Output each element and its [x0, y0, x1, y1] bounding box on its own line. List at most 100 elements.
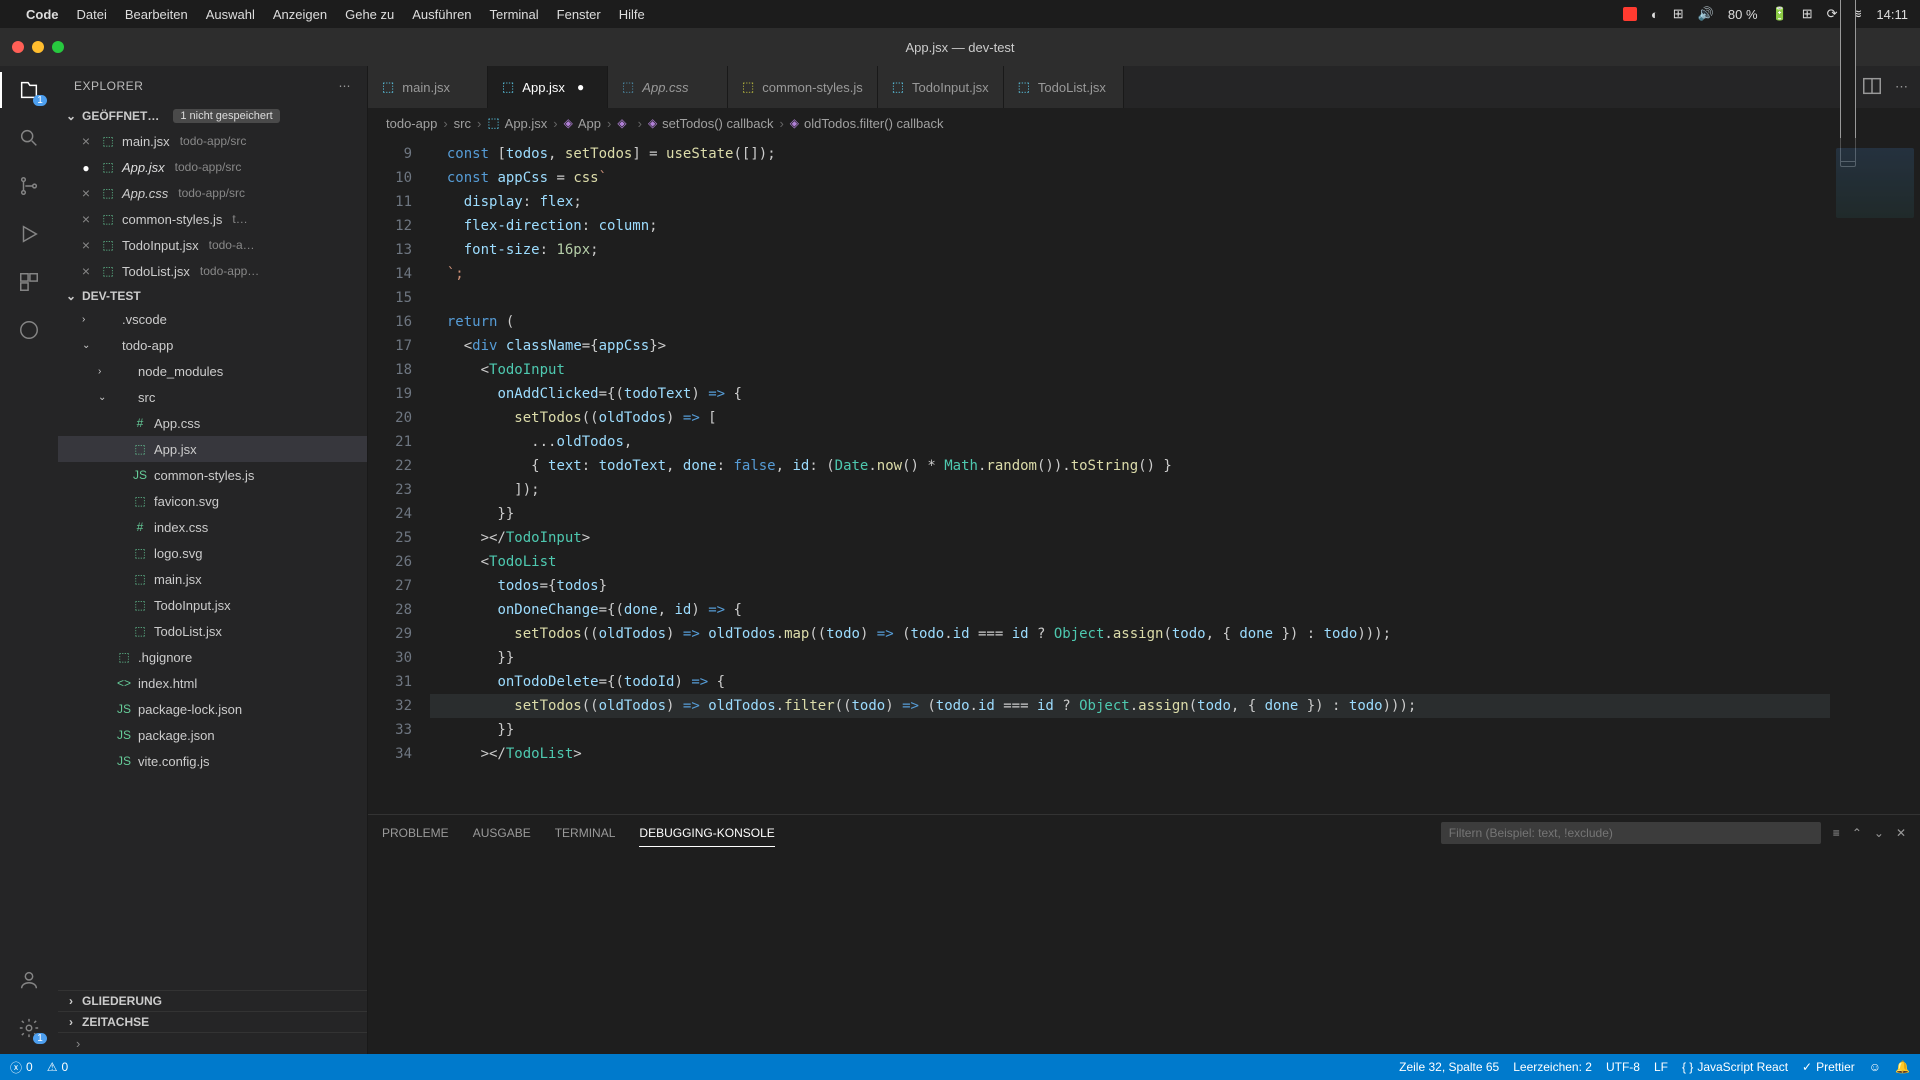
close-icon[interactable] — [78, 133, 94, 149]
zoom-window-button[interactable] — [52, 41, 64, 53]
line-number[interactable]: 34 — [372, 742, 412, 766]
tree-file[interactable]: JS package-lock.json — [58, 696, 367, 722]
breadcrumb-toggle[interactable]: › — [58, 1032, 367, 1054]
panel-close-icon[interactable]: ✕ — [1896, 826, 1906, 840]
panel-tab[interactable]: DEBUGGING-KONSOLE — [639, 820, 774, 847]
tree-file[interactable]: ⬚ main.jsx — [58, 566, 367, 592]
code-line[interactable]: `; — [430, 262, 1830, 286]
line-number[interactable]: 23 — [372, 478, 412, 502]
debug-console-body[interactable] — [368, 851, 1920, 1054]
open-editor-item[interactable]: ⬚ TodoList.jsx todo-app… — [58, 258, 367, 284]
line-number[interactable]: 33 — [372, 718, 412, 742]
close-icon[interactable] — [78, 211, 94, 227]
code-line[interactable]: }} — [430, 718, 1830, 742]
line-number[interactable]: 10 — [372, 166, 412, 190]
line-number[interactable]: 31 — [372, 670, 412, 694]
tree-file[interactable]: JS package.json — [58, 722, 367, 748]
tree-file[interactable]: ⬚ favicon.svg — [58, 488, 367, 514]
code-line[interactable]: ]); — [430, 478, 1830, 502]
close-icon[interactable] — [78, 237, 94, 253]
code-line[interactable]: todos={todos} — [430, 574, 1830, 598]
open-editor-item[interactable]: ⬚ TodoInput.jsx todo-a… — [58, 232, 367, 258]
breadcrumb-segment[interactable]: ◈oldTodos.filter() callback — [790, 116, 944, 131]
line-number[interactable]: 29 — [372, 622, 412, 646]
tree-file[interactable]: JS vite.config.js — [58, 748, 367, 774]
project-header[interactable]: ⌄ DEV-TEST — [58, 286, 367, 306]
editor-tab[interactable]: ⬚ TodoList.jsx — [1004, 66, 1124, 108]
remote-icon[interactable] — [15, 316, 43, 344]
open-editor-item[interactable]: ⬚ App.css todo-app/src — [58, 180, 367, 206]
tree-file[interactable]: ⬚ App.jsx — [58, 436, 367, 462]
tree-file[interactable]: <> index.html — [58, 670, 367, 696]
filter-settings-icon[interactable]: ≡ — [1833, 826, 1840, 840]
close-icon[interactable] — [78, 185, 94, 201]
breadcrumb-segment[interactable]: ◈setTodos() callback — [648, 116, 774, 131]
tree-folder[interactable]: ⌄ src — [58, 384, 367, 410]
explorer-icon[interactable]: 1 — [15, 76, 43, 104]
status-indentation[interactable]: Leerzeichen: 2 — [1513, 1060, 1592, 1074]
tree-folder[interactable]: ⌄ todo-app — [58, 332, 367, 358]
tree-folder[interactable]: › .vscode — [58, 306, 367, 332]
minimap[interactable] — [1830, 138, 1920, 814]
code-line[interactable]: ></TodoInput> — [430, 526, 1830, 550]
close-window-button[interactable] — [12, 41, 24, 53]
outline-header[interactable]: › GLIEDERUNG — [58, 990, 367, 1011]
timeline-header[interactable]: › ZEITACHSE — [58, 1011, 367, 1032]
dirty-indicator-icon[interactable] — [78, 159, 94, 175]
line-number[interactable]: 20 — [372, 406, 412, 430]
editor-tab[interactable]: ⬚ App.jsx ● — [488, 66, 608, 108]
line-number[interactable]: 17 — [372, 334, 412, 358]
tree-file[interactable]: JS common-styles.js — [58, 462, 367, 488]
code-line[interactable]: { text: todoText, done: false, id: (Date… — [430, 454, 1830, 478]
editor-tab[interactable]: ⬚ App.css — [608, 66, 728, 108]
menubar-item[interactable]: Gehe zu — [345, 7, 394, 22]
menubar-item[interactable]: Fenster — [557, 7, 601, 22]
line-number[interactable]: 13 — [372, 238, 412, 262]
code-line[interactable]: onAddClicked={(todoText) => { — [430, 382, 1830, 406]
line-number[interactable]: 32 — [372, 694, 412, 718]
line-number[interactable]: 11 — [372, 190, 412, 214]
search-icon[interactable] — [15, 124, 43, 152]
line-number[interactable]: 19 — [372, 382, 412, 406]
line-number[interactable]: 16 — [372, 310, 412, 334]
close-icon[interactable] — [78, 263, 94, 279]
line-number[interactable]: 24 — [372, 502, 412, 526]
code-line[interactable]: }} — [430, 646, 1830, 670]
tree-file[interactable]: # index.css — [58, 514, 367, 540]
code-line[interactable]: <TodoInput — [430, 358, 1830, 382]
code-line[interactable]: onTodoDelete={(todoId) => { — [430, 670, 1830, 694]
menubar-item[interactable]: Terminal — [490, 7, 539, 22]
line-number[interactable]: 9 — [372, 142, 412, 166]
code-line[interactable]: setTodos((oldTodos) => [ — [430, 406, 1830, 430]
menubar-item[interactable]: Ausführen — [412, 7, 471, 22]
code-line[interactable]: const appCss = css` — [430, 166, 1830, 190]
line-number[interactable]: 25 — [372, 526, 412, 550]
breadcrumb-segment[interactable]: ◈App — [564, 116, 601, 131]
menubar-app[interactable]: Code — [26, 7, 59, 22]
status-cursor-position[interactable]: Zeile 32, Spalte 65 — [1399, 1060, 1499, 1074]
code-line[interactable]: flex-direction: column; — [430, 214, 1830, 238]
line-number[interactable]: 22 — [372, 454, 412, 478]
source-control-icon[interactable] — [15, 172, 43, 200]
accounts-icon[interactable] — [15, 966, 43, 994]
code-line[interactable]: display: flex; — [430, 190, 1830, 214]
breadcrumb-segment[interactable]: ⬚App.jsx — [487, 115, 547, 131]
breadcrumb-segment[interactable]: src — [454, 116, 471, 131]
line-number[interactable]: 28 — [372, 598, 412, 622]
editor-tab[interactable]: ⬚ TodoInput.jsx — [878, 66, 1004, 108]
panel-maximize-icon[interactable]: ⌃ — [1852, 826, 1862, 840]
code-line[interactable]: ...oldTodos, — [430, 430, 1830, 454]
status-language[interactable]: { } JavaScript React — [1682, 1060, 1788, 1074]
tree-file[interactable]: ⬚ TodoList.jsx — [58, 618, 367, 644]
sidebar-more-icon[interactable]: ⋯ — [339, 79, 352, 93]
status-errors[interactable]: ⓧ 0 — [10, 1059, 33, 1076]
editor-tab[interactable]: ⬚ common-styles.js — [728, 66, 878, 108]
panel-tab[interactable]: TERMINAL — [555, 820, 616, 846]
status-bell-icon[interactable]: 🔔 — [1895, 1060, 1910, 1074]
tree-folder[interactable]: › node_modules — [58, 358, 367, 384]
extensions-icon[interactable] — [15, 268, 43, 296]
debug-filter-input[interactable] — [1441, 822, 1821, 844]
breadcrumb-segment[interactable]: ◈ — [617, 116, 631, 130]
menubar-item[interactable]: Datei — [77, 7, 107, 22]
run-debug-icon[interactable] — [15, 220, 43, 248]
